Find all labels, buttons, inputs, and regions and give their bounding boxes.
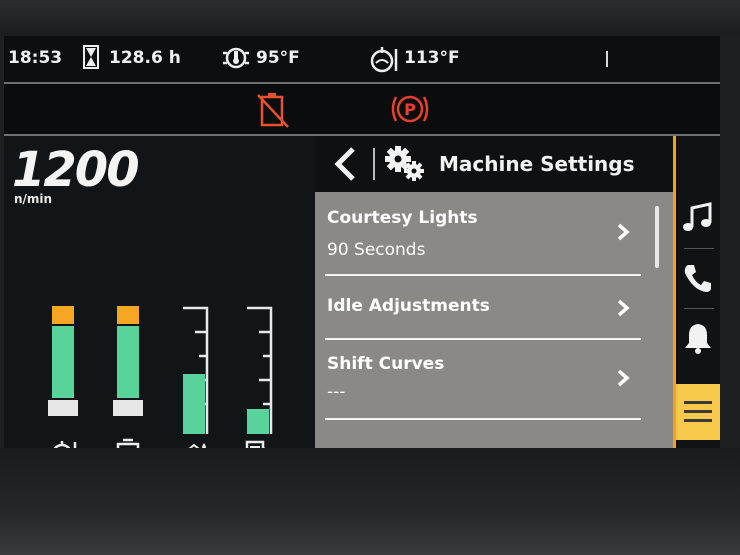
menu-header: Machine Settings: [315, 136, 673, 192]
fuel-level-gauge: [245, 306, 277, 436]
engine-temp-gauge-icon: [49, 438, 79, 448]
engine-coolant-temp-icon: [221, 45, 251, 75]
engine-hours: 128.6 h: [109, 48, 181, 68]
gauge-warn-zone: [117, 306, 139, 324]
gauge-warn-zone: [52, 306, 74, 324]
svg-text:P: P: [404, 100, 416, 119]
menu-scrollbar[interactable]: [655, 206, 659, 268]
bezel-top: [0, 0, 740, 36]
rail-divider: [684, 248, 714, 249]
menu-item-label: Courtesy Lights: [327, 208, 478, 228]
chevron-right-icon: [617, 369, 630, 387]
gauge-fill: [247, 409, 269, 434]
parking-brake-warning-icon: P: [388, 91, 432, 131]
display-screen: 18:53 128.6 h 95°F 113°F P 1200 n/min Ma…: [4, 36, 720, 448]
header-divider: [373, 148, 375, 180]
music-button[interactable]: [676, 192, 720, 244]
menu-item-shift-curves[interactable]: Shift Curves ---: [315, 342, 651, 424]
battery-crossed-warning-icon: [256, 91, 290, 133]
def-level-gauge-icon: [180, 439, 214, 448]
hamburger-menu-icon: [684, 401, 712, 422]
bezel-right: [720, 36, 740, 448]
gauge-fill: [183, 374, 205, 434]
engine-temp-gauge: [48, 306, 78, 436]
clock: 18:53: [8, 48, 63, 68]
gauge-panel: 1200 n/min: [4, 136, 315, 448]
row-divider: [325, 418, 641, 420]
rpm-unit: n/min: [14, 192, 53, 206]
side-rail: [673, 136, 720, 448]
music-note-icon: [683, 202, 712, 231]
chevron-left-icon: [334, 147, 355, 181]
def-level-gauge: [181, 306, 213, 436]
main-menu-button[interactable]: [676, 384, 720, 440]
menu-item-idle-adjustments[interactable]: Idle Adjustments: [315, 278, 651, 342]
rpm-readout: 1200: [12, 142, 140, 198]
gauge-base: [48, 400, 78, 416]
notifications-button[interactable]: [676, 312, 720, 364]
hourglass-icon: [83, 45, 99, 73]
menu-item-label: Shift Curves: [327, 354, 445, 374]
rail-divider: [684, 308, 714, 309]
row-divider: [325, 274, 641, 276]
menu-item-label: Idle Adjustments: [327, 296, 490, 316]
engine-oil-temp-icon: [368, 45, 400, 77]
status-bar: 18:53 128.6 h 95°F 113°F: [4, 36, 720, 84]
fuel-level-gauge-icon: [244, 438, 276, 448]
chevron-right-icon: [617, 299, 630, 317]
phone-icon: [684, 265, 711, 292]
chevron-right-icon: [617, 223, 630, 241]
gauge-fill: [52, 326, 74, 398]
transmission-temp-gauge-icon: [115, 438, 143, 448]
transmission-temp-gauge: [113, 306, 143, 436]
status-divider: [606, 51, 608, 67]
bezel-bottom: [0, 448, 740, 555]
machine-settings-menu: Machine Settings Courtesy Lights 90 Seco…: [315, 136, 673, 448]
bell-icon: [685, 324, 711, 354]
gears-icon: [383, 144, 427, 188]
menu-title: Machine Settings: [439, 152, 635, 176]
menu-item-courtesy-lights[interactable]: Courtesy Lights 90 Seconds: [315, 196, 651, 278]
back-button[interactable]: [323, 142, 367, 186]
gauge-fill: [117, 326, 139, 398]
warning-lights-bar: P: [4, 84, 720, 136]
menu-item-value: 90 Seconds: [327, 240, 426, 260]
menu-item-value: ---: [327, 382, 346, 402]
coolant-temp: 95°F: [256, 48, 300, 68]
phone-button[interactable]: [676, 252, 720, 304]
oil-temp: 113°F: [404, 48, 460, 68]
gauge-base: [113, 400, 143, 416]
row-divider: [325, 338, 641, 340]
